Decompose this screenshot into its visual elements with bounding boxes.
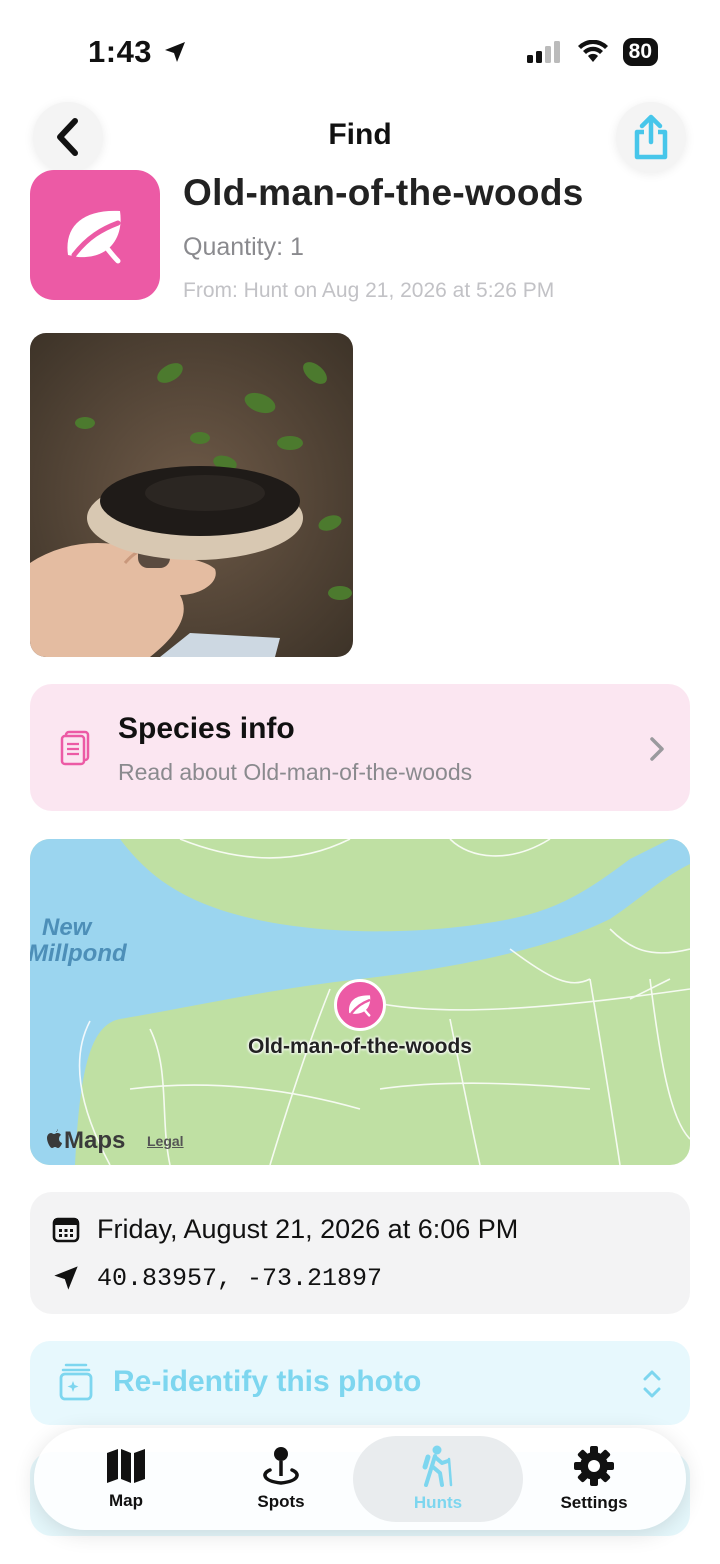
tab-settings[interactable]: Settings xyxy=(514,1428,674,1530)
share-icon xyxy=(634,114,668,160)
chevron-up-down-icon xyxy=(643,1370,661,1398)
stacked-photo-sparkle-icon xyxy=(59,1363,93,1401)
tab-hunts[interactable]: Hunts xyxy=(358,1428,518,1530)
species-info-title: Species info xyxy=(118,712,295,745)
location-map[interactable]: New Millpond Old-man-of-the-woods Maps L… xyxy=(30,839,690,1165)
location-arrow-icon xyxy=(54,1266,78,1290)
reidentify-label: Re-identify this photo xyxy=(113,1365,422,1398)
wifi-icon xyxy=(577,40,608,62)
find-source: From: Hunt on Aug 21, 2026 at 5:26 PM xyxy=(183,279,555,302)
location-arrow-icon xyxy=(165,42,186,62)
tab-spots[interactable]: Spots xyxy=(201,1428,361,1530)
share-button[interactable] xyxy=(616,102,686,172)
legal-link[interactable]: Legal xyxy=(147,1133,184,1149)
details-card xyxy=(30,1192,690,1314)
cellular-signal-icon xyxy=(526,41,560,63)
tab-bar: Map Spots Hunts Settings xyxy=(34,1428,686,1530)
tab-map[interactable]: Map xyxy=(46,1428,206,1530)
map-icon xyxy=(107,1449,145,1483)
leaf-icon xyxy=(67,210,121,264)
calendar-icon xyxy=(52,1217,80,1243)
species-info-subtitle: Read about Old-man-of-the-woods xyxy=(118,759,473,785)
find-photo[interactable] xyxy=(30,333,353,657)
species-info-card[interactable] xyxy=(30,684,690,811)
find-coordinates[interactable]: 40.83957, -73.21897 xyxy=(97,1264,382,1293)
leaf-icon xyxy=(348,995,371,1017)
hiker-icon xyxy=(422,1445,453,1487)
map-water-label: New Millpond xyxy=(30,914,127,967)
pin-icon xyxy=(263,1447,299,1485)
maps-attribution: Maps xyxy=(46,1127,125,1155)
battery-indicator: 80 xyxy=(622,38,658,66)
gear-icon xyxy=(574,1446,614,1486)
status-indicators: 80 xyxy=(526,38,658,66)
document-icon xyxy=(60,730,90,766)
status-time: 1:43 xyxy=(88,34,187,70)
chevron-right-icon xyxy=(650,737,664,761)
find-quantity: Quantity: 1 xyxy=(183,233,304,261)
find-name: Old-man-of-the-woods xyxy=(183,172,584,213)
map-pin[interactable] xyxy=(334,979,386,1031)
map-pin-label: Old-man-of-the-woods xyxy=(248,1035,472,1058)
apple-logo-icon xyxy=(47,1129,62,1148)
page-title: Find xyxy=(328,118,392,151)
find-datetime: Friday, August 21, 2026 at 6:06 PM xyxy=(97,1214,519,1244)
species-category-icon xyxy=(30,170,160,300)
